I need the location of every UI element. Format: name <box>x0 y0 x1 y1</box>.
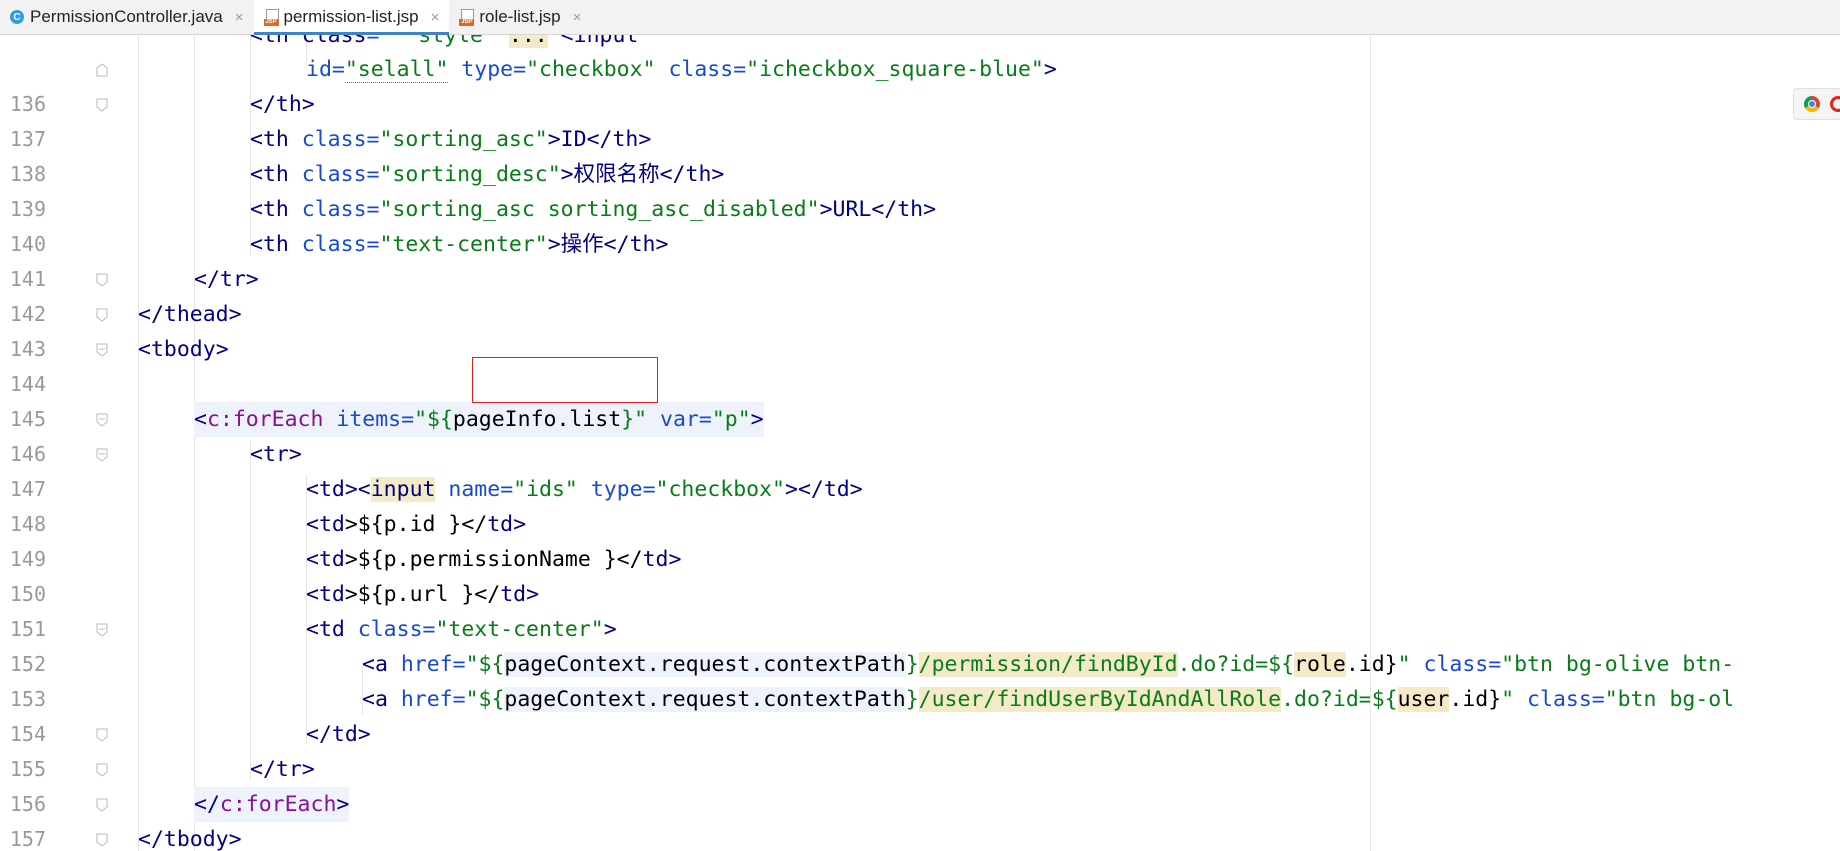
tab-role-list[interactable]: JSP role-list.jsp × <box>449 0 591 34</box>
code-line: 151 <td>${p.url }</td> <box>0 577 1840 641</box>
annotation-highlight-box <box>472 357 658 403</box>
close-icon[interactable]: × <box>235 9 244 26</box>
tab-label: permission-list.jsp <box>283 7 419 26</box>
fold-start-icon <box>96 343 108 357</box>
code-line: 136 id="selall" type="checkbox" class="i… <box>0 52 1840 116</box>
code-line: 147 <tr> <box>0 437 1840 501</box>
tab-permission-controller[interactable]: C PermissionController.java × <box>0 0 254 34</box>
tab-label: role-list.jsp <box>479 7 561 26</box>
code-line: 144 <tbody> <box>0 332 1840 396</box>
close-icon[interactable]: × <box>431 9 440 26</box>
code-line: 143 </thead> <box>0 297 1840 361</box>
code-line: 156 </tr> <box>0 752 1840 816</box>
tab-permission-list[interactable]: JSP permission-list.jsp × <box>253 0 450 35</box>
fold-end-icon <box>96 728 108 742</box>
code-line: 142 </tr> <box>0 262 1840 326</box>
code-line: 149 <td>${p.id }</td> <box>0 507 1840 571</box>
fold-end-icon <box>96 273 108 287</box>
fold-end-icon <box>96 308 108 322</box>
code-line: 152 <td class="text-center"> <box>0 612 1840 676</box>
chrome-browser-icon[interactable] <box>1804 96 1820 112</box>
opera-browser-icon[interactable] <box>1830 96 1840 112</box>
editor-tab-bar: C PermissionController.java × JSP permis… <box>0 0 1840 35</box>
fold-end-icon <box>96 798 108 812</box>
right-margin-guide <box>1370 35 1371 851</box>
code-line: 141 <th class="text-center">操作</th> <box>0 227 1840 291</box>
code-line: 138 <th class="sorting_asc">ID</th> <box>0 122 1840 186</box>
fold-start-icon <box>96 448 108 462</box>
code-line: 150 <td>${p.permissionName }</td> <box>0 542 1840 606</box>
code-line: 157 </c:forEach> <box>0 787 1840 851</box>
code-line: 140 <th class="sorting_asc sorting_asc_d… <box>0 192 1840 256</box>
code-line: <th class=" style ... <input <box>0 35 1840 53</box>
tab-label: PermissionController.java <box>30 7 223 26</box>
jsp-file-icon: JSP <box>459 9 475 26</box>
fold-end-icon <box>96 63 108 77</box>
code-line: 153 <a href="${pageContext.request.conte… <box>0 647 1840 711</box>
fold-start-icon <box>96 413 108 427</box>
highlighted-token: pageInfo.list <box>452 407 622 432</box>
fold-end-icon <box>96 98 108 112</box>
close-icon[interactable]: × <box>573 9 582 26</box>
fold-end-icon <box>96 833 108 847</box>
browser-preview-toolbar <box>1793 88 1840 120</box>
java-class-icon: C <box>10 10 24 24</box>
code-editor[interactable]: <th class=" style ... <input 136 id="sel… <box>0 35 1840 851</box>
code-line: 158 </tbody> <box>0 822 1840 851</box>
code-line: 148 <td><input name="ids" type="checkbox… <box>0 472 1840 536</box>
jsp-file-icon: JSP <box>263 9 279 26</box>
code-line: 137 </th> <box>0 87 1840 151</box>
fold-start-icon <box>96 623 108 637</box>
fold-end-icon <box>96 763 108 777</box>
code-line: 146 <c:forEach items="${pageInfo.list}" … <box>0 402 1840 466</box>
code-line: 145 <box>0 367 1840 431</box>
code-line: 154 <a href="${pageContext.request.conte… <box>0 682 1840 746</box>
code-line: 155 </td> <box>0 717 1840 781</box>
code-line: 139 <th class="sorting_desc">权限名称</th> <box>0 157 1840 221</box>
